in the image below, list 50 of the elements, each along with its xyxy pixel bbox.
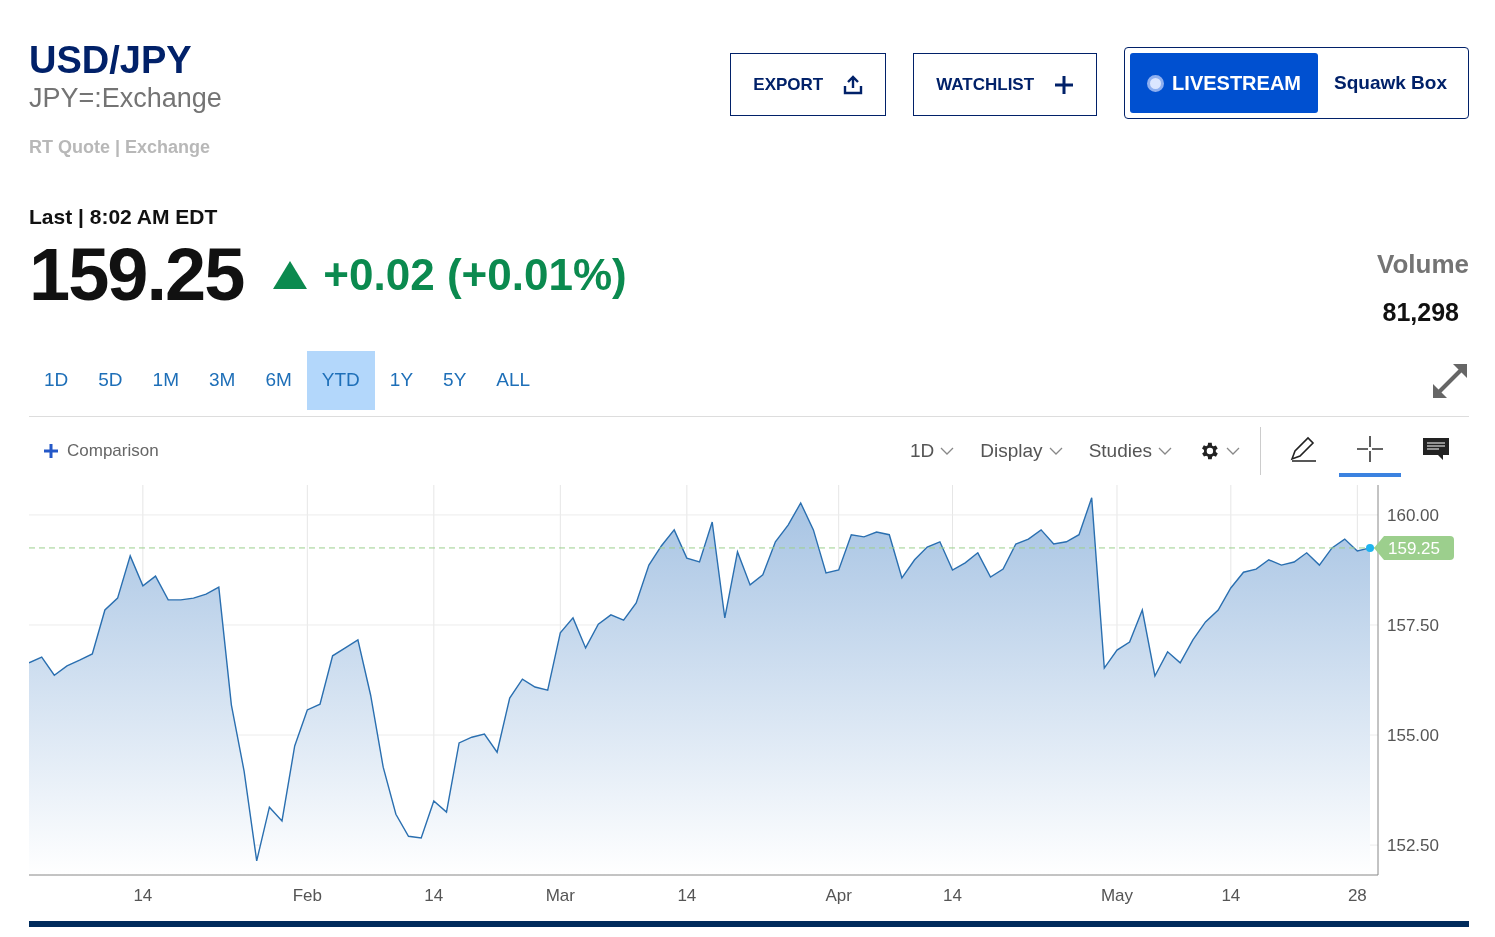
show-link[interactable]: Squawk Box (1318, 68, 1463, 98)
price-change: +0.02 (+0.01%) (323, 248, 627, 301)
x-axis-label: Apr (825, 886, 852, 905)
comparison-button[interactable]: Comparison (43, 438, 159, 464)
plus-icon (43, 443, 59, 459)
last-time-label: Last | 8:02 AM EDT (29, 204, 219, 230)
x-axis-label: 28 (1347, 886, 1367, 905)
range-tab[interactable]: 1M (137, 351, 194, 410)
up-triangle-icon (273, 260, 308, 289)
range-tab[interactable]: YTD (306, 351, 375, 410)
range-tab[interactable]: 3M (194, 351, 251, 410)
export-button[interactable]: EXPORT (730, 53, 887, 116)
crosshair-icon (1354, 433, 1386, 465)
y-axis-label: 152.50 (1387, 836, 1439, 856)
ticker-label: JPY=:Exchange (29, 82, 222, 114)
range-tab[interactable]: 5D (83, 351, 138, 410)
livestream-button[interactable]: LIVESTREAM (1130, 53, 1318, 113)
x-axis-label: 14 (677, 886, 697, 905)
x-axis-label: 14 (1221, 886, 1241, 905)
share-icon (843, 74, 864, 95)
dropdown-button[interactable]: Studies (1088, 436, 1172, 466)
range-tab[interactable]: 5Y (428, 351, 482, 410)
price-value: 159.25 (29, 234, 244, 315)
quote-source: RT Quote | Exchange (29, 136, 212, 159)
expand-icon[interactable] (1431, 361, 1469, 400)
caret-icon (1226, 447, 1240, 455)
range-tab[interactable]: 1D (29, 351, 84, 410)
x-axis-label: 14 (424, 886, 444, 905)
watchlist-button[interactable]: WATCHLIST (913, 53, 1098, 116)
x-axis-label: May (1100, 886, 1134, 905)
caret-icon (940, 447, 955, 455)
volume-value: 81,298 (1382, 296, 1459, 328)
x-axis-label: 14 (943, 886, 962, 905)
y-axis-label: 160.00 (1387, 505, 1439, 525)
plus-icon (1054, 74, 1075, 95)
x-axis-label: Feb (292, 886, 322, 905)
caret-icon (1048, 447, 1063, 455)
x-axis-label: Mar (545, 886, 575, 905)
caret-icon (1158, 447, 1172, 455)
y-axis-label: 155.00 (1387, 726, 1439, 745)
dropdown-button[interactable]: Display (980, 436, 1063, 466)
x-axis-label: 14 (133, 886, 153, 905)
y-axis-label: 157.50 (1387, 616, 1439, 635)
volume-label: Volume (1377, 247, 1469, 281)
symbol-title: USD/JPY (29, 38, 193, 82)
dropdown-button[interactable]: 1D (910, 436, 955, 466)
ref-line-label: 159.25 (1388, 538, 1440, 558)
range-tab[interactable]: 1Y (374, 351, 429, 410)
range-tab[interactable]: 6M (250, 351, 307, 410)
range-tab[interactable]: ALL (481, 351, 546, 410)
